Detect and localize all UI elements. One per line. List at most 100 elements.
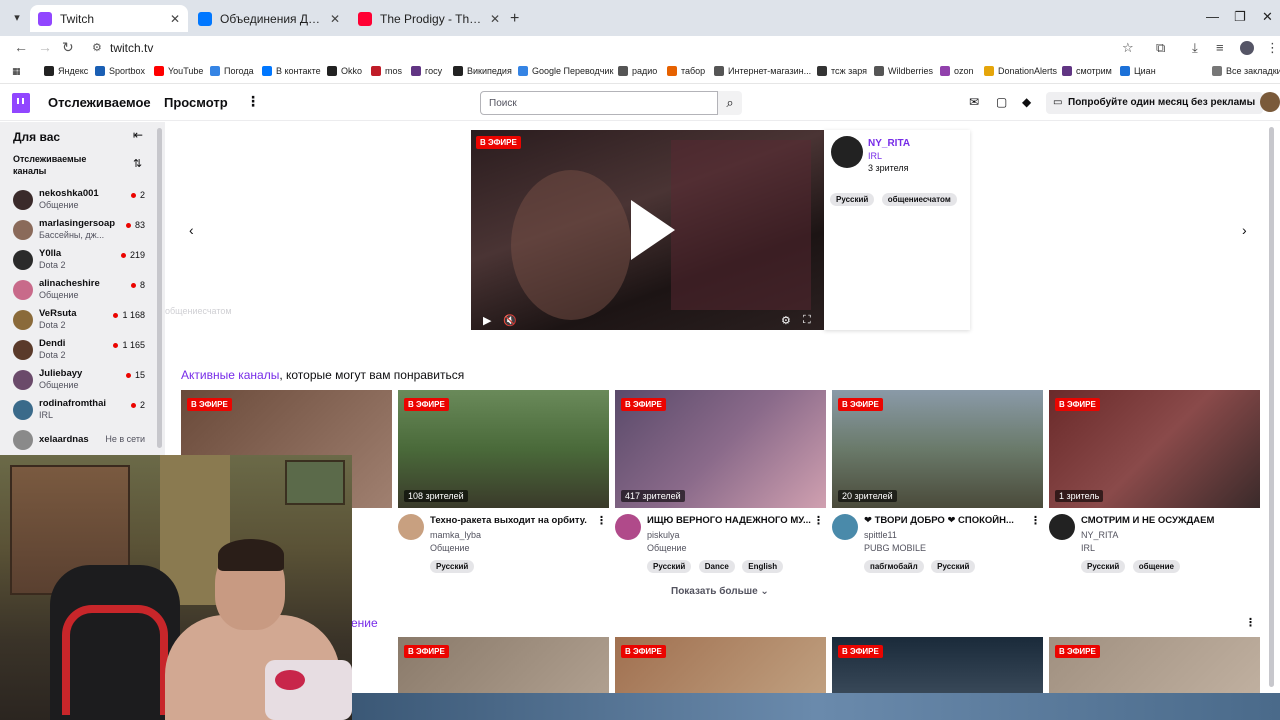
tab-twitch[interactable]: Twitch ✕ [30, 5, 188, 32]
channel-game[interactable]: Общение [647, 543, 686, 553]
bits-icon[interactable]: ◆ [1022, 95, 1031, 109]
bookmark-pogoda[interactable]: Погода [210, 66, 254, 76]
channel-game[interactable]: Общение [430, 543, 469, 553]
bookmark-okko[interactable]: Okko [327, 66, 362, 76]
sidebar-channel[interactable]: nekoshka001 Общение 2 [0, 185, 157, 215]
forward-icon[interactable]: → [38, 39, 52, 55]
sidebar-channel[interactable]: Y0lla Dota 2 219 [0, 245, 157, 275]
bookmark-star-icon[interactable]: ☆ [1122, 40, 1134, 56]
close-icon[interactable]: ✕ [490, 12, 500, 26]
close-icon[interactable]: ✕ [170, 12, 180, 26]
featured-game[interactable]: IRL [868, 151, 882, 161]
bookmark-google-translate[interactable]: Google Переводчик [518, 66, 613, 76]
stream-thumbnail[interactable]: В ЭФИРЕ [832, 637, 1043, 697]
sidebar-channel[interactable]: rodinafromthai IRL 2 [0, 395, 157, 425]
new-tab-icon[interactable]: + [510, 10, 519, 28]
sidebar-channel[interactable]: alinacheshire Общение 8 [0, 275, 157, 305]
sidebar-scrollbar[interactable] [157, 128, 162, 448]
reload-icon[interactable]: ↻ [62, 39, 74, 56]
avatar[interactable] [615, 514, 641, 540]
section2-title[interactable]: ение [351, 616, 378, 630]
tag[interactable]: пабгмобайл [864, 560, 924, 573]
tag[interactable]: общениесчатом [881, 193, 957, 206]
channel-name[interactable]: spittle11 [864, 530, 897, 540]
avatar[interactable] [1049, 514, 1075, 540]
bookmark-wildberries[interactable]: Wildberries [874, 66, 933, 76]
channel-name[interactable]: mamka_lyba [430, 530, 481, 540]
sidebar-channel[interactable]: marlasingersoap Бассейны, дж... 83 [0, 215, 157, 245]
back-icon[interactable]: ← [14, 39, 28, 55]
sidebar-channel[interactable]: Juliebayy Общение 15 [0, 365, 157, 395]
tab-vk[interactable]: Объединения Дмитрия Зорин ✕ [190, 5, 348, 32]
maximize-icon[interactable]: ❐ [1234, 9, 1246, 25]
minimize-icon[interactable]: — [1206, 9, 1219, 24]
tab-youtube[interactable]: The Prodigy - Their Law (Live in ✕ [350, 5, 508, 32]
more-icon[interactable]: ⋮ [596, 514, 607, 527]
collapse-sidebar-icon[interactable]: ⇤ [133, 128, 143, 142]
stream-thumbnail[interactable]: В ЭФИРЕ [615, 637, 826, 697]
search-icon[interactable]: ⌕ [718, 91, 742, 115]
user-avatar[interactable] [1260, 92, 1280, 112]
extensions-icon[interactable]: ⧉ [1156, 40, 1165, 56]
settings-icon[interactable]: ⚙ [781, 314, 791, 327]
media-icon[interactable]: ≡ [1216, 40, 1224, 55]
tag[interactable]: Русский [430, 560, 475, 573]
close-icon[interactable]: ✕ [330, 12, 340, 26]
carousel-prev-icon[interactable]: ‹ [189, 222, 194, 238]
stream-title[interactable]: ИЩЮ ВЕРНОГО НАДЕЖНОГО МУ... [647, 515, 812, 526]
browser-menu-icon[interactable]: ⋮ [1266, 40, 1279, 56]
channel-name[interactable]: piskulya [647, 530, 680, 540]
tab-search-icon[interactable]: ▾ [8, 9, 26, 27]
carousel-next-icon[interactable]: › [1242, 222, 1247, 238]
bookmark-vk[interactable]: В контакте [262, 66, 321, 76]
bookmark-tabor[interactable]: табор [667, 66, 705, 76]
site-settings-icon[interactable]: ⚙ [92, 41, 102, 54]
featured-channel-name[interactable]: NY_RITA [868, 138, 910, 149]
bookmark-wikipedia[interactable]: Википедия [453, 66, 512, 76]
stream-card[interactable]: В ЭФИРЕ 20 зрителей ❤ ТВОРИ ДОБРО ❤ СПОК… [832, 390, 1043, 573]
play-icon[interactable] [631, 200, 675, 260]
bookmark-smotrim[interactable]: смотрим [1062, 66, 1112, 76]
section-title-link[interactable]: Активные каналы [181, 368, 279, 382]
more-icon[interactable]: ⋮ [246, 93, 260, 110]
avatar[interactable] [831, 136, 863, 168]
sidebar-channel[interactable]: VeRsuta Dota 2 1 168 [0, 305, 157, 335]
stream-thumbnail[interactable]: В ЭФИРЕ 1 зритель [1049, 390, 1260, 508]
stream-title[interactable]: СМОТРИМ И НЕ ОСУЖДАЕМ [1081, 515, 1246, 526]
tag[interactable]: Dance [698, 560, 735, 573]
tag[interactable]: Русский [647, 560, 692, 573]
channel-game[interactable]: IRL [1081, 543, 1095, 553]
show-more-button[interactable]: Показать больше ⌄ [671, 586, 769, 597]
stream-thumbnail[interactable]: В ЭФИРЕ 20 зрителей [832, 390, 1043, 508]
bookmark-tszh[interactable]: тсж заря [817, 66, 867, 76]
more-icon[interactable]: ⋮ [813, 514, 824, 527]
stream-card[interactable]: В ЭФИРЕ 108 зрителей Техно-ракета выходи… [398, 390, 609, 573]
bookmark-mos[interactable]: mos [371, 66, 402, 76]
tag[interactable]: общение [1132, 560, 1181, 573]
download-icon[interactable]: ⤓ [1192, 40, 1198, 56]
ad-free-promo-button[interactable]: ▭ Попробуйте один месяц без рекламы [1046, 92, 1264, 114]
bookmark-sportbox[interactable]: Sportbox [95, 66, 145, 76]
stream-card[interactable]: В ЭФИРЕ 417 зрителей ИЩЮ ВЕРНОГО НАДЕЖНО… [615, 390, 826, 573]
tag[interactable]: Русский [1081, 560, 1126, 573]
search-input[interactable]: Поиск [480, 91, 718, 115]
bookmark-cian[interactable]: Циан [1120, 66, 1156, 76]
mute-icon[interactable]: 🔇 [503, 314, 517, 327]
stream-title[interactable]: ❤ ТВОРИ ДОБРО ❤ СПОКОЙН... [864, 515, 1029, 526]
twitch-logo-icon[interactable] [12, 93, 30, 113]
stream-card[interactable]: В ЭФИРЕ 1 зритель СМОТРИМ И НЕ ОСУЖДАЕМ … [1049, 390, 1260, 573]
apps-icon[interactable]: ▦ [12, 66, 21, 77]
sidebar-channel[interactable]: Dendi Dota 2 1 165 [0, 335, 157, 365]
channel-game[interactable]: PUBG MOBILE [864, 543, 926, 553]
stream-title[interactable]: Техно-ракета выходит на орбиту. [430, 515, 595, 526]
tag[interactable]: Русский [830, 193, 875, 206]
sort-icon[interactable]: ⇅ [133, 157, 142, 170]
stream-thumbnail[interactable]: В ЭФИРЕ [1049, 637, 1260, 697]
fullscreen-icon[interactable]: ⛶ [803, 314, 811, 327]
nav-following[interactable]: Отслеживаемое [48, 95, 151, 110]
sidebar-channel[interactable]: xelaardnas Не в сети [0, 425, 157, 455]
all-bookmarks[interactable]: Все закладки [1212, 66, 1280, 76]
tag[interactable]: Русский [931, 560, 976, 573]
nav-browse[interactable]: Просмотр [164, 95, 228, 110]
address-bar[interactable]: ⚙ twitch.tv [86, 37, 1146, 59]
